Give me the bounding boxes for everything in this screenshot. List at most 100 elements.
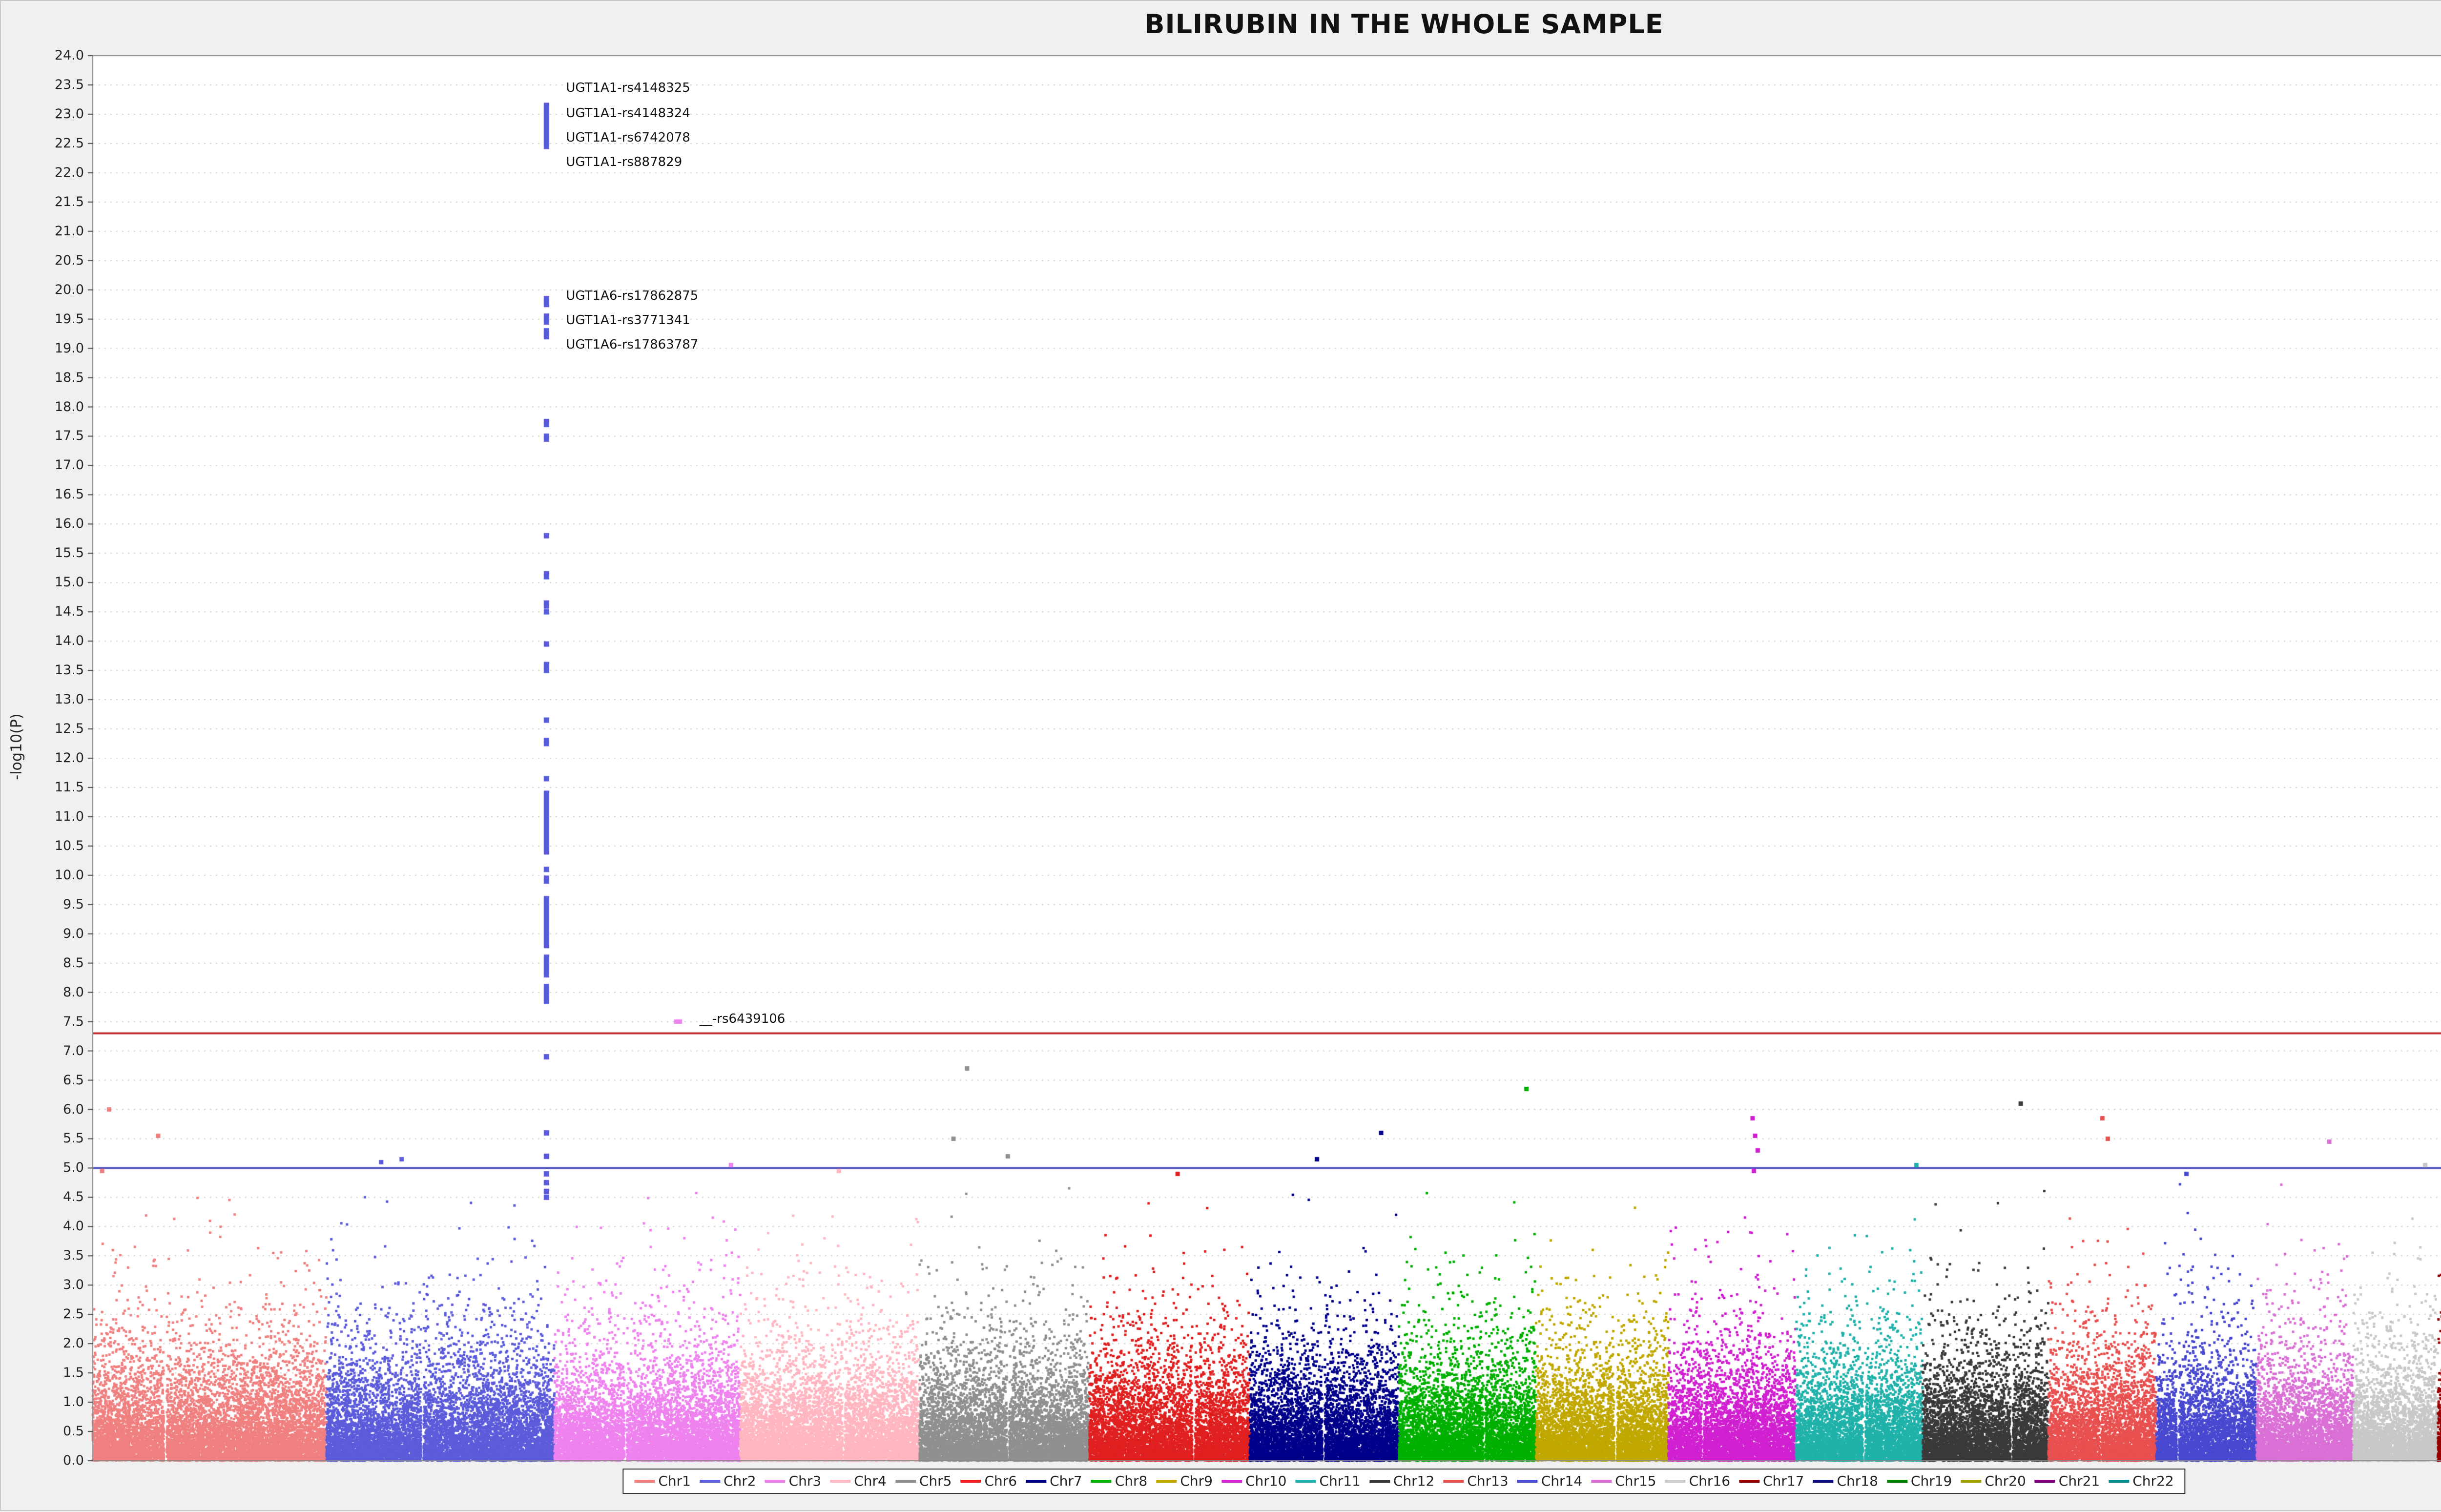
legend-marker-icon	[960, 1480, 981, 1483]
y-tick-label: 17.0	[11, 458, 84, 473]
y-tick-label: 20.0	[11, 283, 84, 297]
legend-item-chr1: Chr1	[634, 1473, 691, 1489]
legend-item-chr7: Chr7	[1026, 1473, 1082, 1489]
legend-label: Chr3	[789, 1473, 822, 1489]
snp-annotation: UGT1A1-rs3771341	[566, 313, 690, 328]
legend-item-chr20: Chr20	[1961, 1473, 2026, 1489]
legend-marker-icon	[1369, 1480, 1390, 1483]
y-tick-label: 2.5	[11, 1307, 84, 1322]
legend-label: Chr20	[1985, 1473, 2026, 1489]
y-tick-label: 3.5	[11, 1248, 84, 1263]
y-tick-label: 4.5	[11, 1190, 84, 1204]
legend-item-chr6: Chr6	[960, 1473, 1017, 1489]
snp-annotation: UGT1A6-rs17863787	[566, 337, 698, 352]
legend-marker-icon	[765, 1480, 786, 1483]
snp-annotation: UGT1A1-rs887829	[566, 155, 682, 169]
legend-item-chr21: Chr21	[2035, 1473, 2100, 1489]
legend-item-chr2: Chr2	[700, 1473, 756, 1489]
y-tick-label: 22.0	[11, 166, 84, 180]
legend-item-chr8: Chr8	[1091, 1473, 1148, 1489]
y-tick-label: 8.0	[11, 985, 84, 1000]
y-tick-label: 24.0	[11, 48, 84, 63]
snp-annotation: UGT1A1-rs4148325	[566, 81, 690, 95]
y-tick-label: 1.5	[11, 1366, 84, 1380]
y-tick-label: 19.5	[11, 312, 84, 327]
y-tick-label: 21.0	[11, 224, 84, 239]
legend-label: Chr11	[1319, 1473, 1360, 1489]
legend-label: Chr19	[1911, 1473, 1952, 1489]
legend-item-chr5: Chr5	[895, 1473, 952, 1489]
legend-marker-icon	[1517, 1480, 1538, 1483]
legend-item-chr18: Chr18	[1813, 1473, 1878, 1489]
legend-item-chr17: Chr17	[1739, 1473, 1804, 1489]
y-tick-label: 0.0	[11, 1453, 84, 1468]
legend-marker-icon	[2109, 1480, 2129, 1483]
y-tick-label: 5.0	[11, 1160, 84, 1175]
legend-item-chr9: Chr9	[1156, 1473, 1213, 1489]
legend-marker-icon	[1156, 1480, 1177, 1483]
y-tick-label: 15.0	[11, 575, 84, 590]
legend-item-chr22: Chr22	[2109, 1473, 2173, 1489]
y-tick-label: 5.5	[11, 1131, 84, 1146]
y-tick-label: 1.0	[11, 1395, 84, 1409]
y-tick-label: 20.5	[11, 253, 84, 268]
chart-title: BILIRUBIN IN THE WHOLE SAMPLE	[1, 9, 2441, 40]
legend-item-chr10: Chr10	[1221, 1473, 1286, 1489]
legend-label: Chr10	[1245, 1473, 1286, 1489]
y-tick-label: 16.5	[11, 487, 84, 502]
legend-label: Chr2	[724, 1473, 756, 1489]
y-tick-label: 9.5	[11, 897, 84, 912]
legend-label: Chr16	[1689, 1473, 1730, 1489]
manhattan-plot-canvas	[1, 1, 2441, 1512]
legend-label: Chr9	[1180, 1473, 1213, 1489]
legend-marker-icon	[1665, 1480, 1686, 1483]
y-tick-label: 23.5	[11, 78, 84, 92]
y-tick-label: 4.0	[11, 1219, 84, 1234]
legend-label: Chr13	[1467, 1473, 1508, 1489]
y-tick-label: 2.0	[11, 1336, 84, 1351]
legend-item-chr16: Chr16	[1665, 1473, 1730, 1489]
y-tick-label: 12.5	[11, 722, 84, 736]
y-tick-label: 9.0	[11, 927, 84, 941]
legend-label: Chr18	[1837, 1473, 1878, 1489]
legend-marker-icon	[1961, 1480, 1981, 1483]
legend-marker-icon	[830, 1480, 850, 1483]
legend-marker-icon	[1887, 1480, 1907, 1483]
legend-label: Chr4	[854, 1473, 887, 1489]
y-tick-label: 16.0	[11, 517, 84, 531]
legend-label: Chr6	[984, 1473, 1017, 1489]
y-tick-label: 6.0	[11, 1102, 84, 1117]
legend-marker-icon	[1739, 1480, 1759, 1483]
y-tick-label: 18.0	[11, 400, 84, 414]
legend-marker-icon	[1813, 1480, 1833, 1483]
y-tick-label: 7.5	[11, 1015, 84, 1029]
legend-item-chr15: Chr15	[1591, 1473, 1656, 1489]
y-tick-label: 23.0	[11, 107, 84, 122]
legend-item-chr12: Chr12	[1369, 1473, 1434, 1489]
y-tick-label: 13.0	[11, 692, 84, 707]
legend-item-chr11: Chr11	[1295, 1473, 1360, 1489]
legend-label: Chr12	[1393, 1473, 1434, 1489]
y-tick-label: 21.5	[11, 195, 84, 209]
legend-marker-icon	[1221, 1480, 1242, 1483]
y-tick-label: 18.5	[11, 371, 84, 385]
y-tick-label: 22.5	[11, 136, 84, 151]
legend-marker-icon	[895, 1480, 916, 1483]
y-tick-label: 6.5	[11, 1073, 84, 1088]
legend-label: Chr8	[1115, 1473, 1148, 1489]
snp-annotation: __-rs6439106	[700, 1012, 785, 1026]
legend-item-chr13: Chr13	[1443, 1473, 1508, 1489]
y-tick-label: 3.0	[11, 1278, 84, 1292]
legend-marker-icon	[1591, 1480, 1612, 1483]
y-tick-label: 14.0	[11, 634, 84, 648]
snp-annotation: UGT1A6-rs17862875	[566, 289, 698, 303]
y-tick-label: 11.5	[11, 780, 84, 795]
y-tick-label: 8.5	[11, 956, 84, 971]
legend-label: Chr14	[1541, 1473, 1582, 1489]
snp-annotation: UGT1A1-rs6742078	[566, 130, 690, 145]
y-tick-label: 19.0	[11, 341, 84, 356]
y-tick-label: 17.5	[11, 429, 84, 443]
legend-marker-icon	[634, 1480, 655, 1483]
y-tick-label: 12.0	[11, 751, 84, 766]
legend-item-chr3: Chr3	[765, 1473, 822, 1489]
